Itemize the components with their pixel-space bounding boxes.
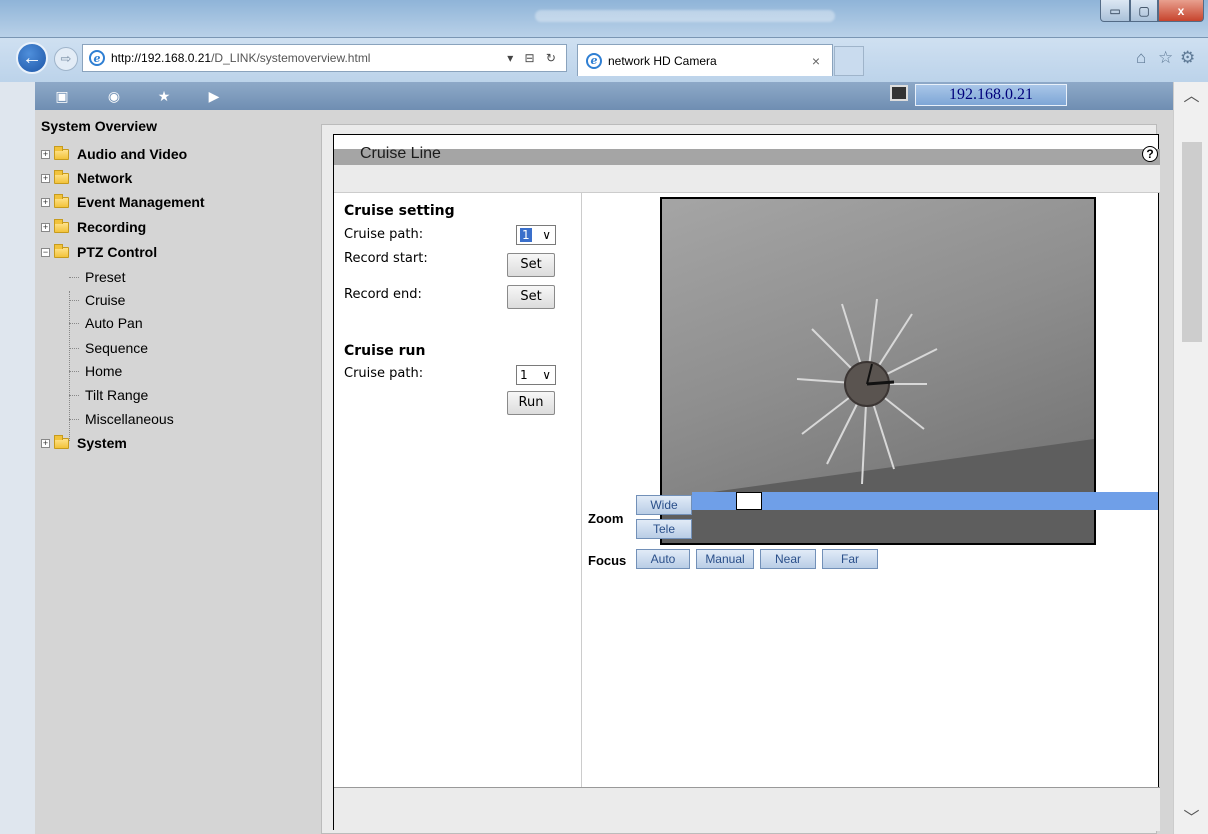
folder-icon xyxy=(54,169,69,184)
ie-icon: e xyxy=(586,52,602,69)
home-icon[interactable]: ⌂ xyxy=(1136,48,1146,68)
sidebar-item-tilt-range[interactable]: Tilt Range xyxy=(68,385,148,405)
folder-icon xyxy=(54,193,69,208)
sidebar-item-home[interactable]: Home xyxy=(68,361,122,381)
expand-icon[interactable]: + xyxy=(41,197,50,207)
cruise-run-heading: Cruise run xyxy=(344,343,426,359)
minimize-button[interactable]: ▭ xyxy=(1100,0,1130,22)
page-scrollbar[interactable]: ︿ ﹀ xyxy=(1173,82,1208,834)
help-icon[interactable]: ? xyxy=(1142,146,1158,162)
collapse-icon[interactable]: − xyxy=(41,247,50,257)
address-bar[interactable]: e http://192.168.0.21/D_LINK/systemoverv… xyxy=(82,44,567,72)
url-host: http://192.168.0.21 xyxy=(111,51,212,65)
record-start-set-button[interactable]: Set xyxy=(507,253,555,277)
playback-icon[interactable]: ◉ xyxy=(105,87,123,105)
run-button[interactable]: Run xyxy=(507,391,555,415)
window-titlebar: ▭ ▢ x xyxy=(0,0,1208,38)
clock-hand xyxy=(866,380,895,386)
sidebar-tree: System Overview + Audio and Video + Networ… xyxy=(35,110,321,834)
sidebar-item-auto-pan[interactable]: Auto Pan xyxy=(69,313,143,333)
scrollbar-thumb[interactable] xyxy=(1182,142,1202,342)
cruise-panel: Cruise Line ? Cruise setting Cruise path… xyxy=(333,134,1160,831)
folder-icon xyxy=(54,145,69,160)
camera-toolbar: ▣ ◉ ★ ▶ 192.168.0.21 xyxy=(35,82,1173,110)
chevron-down-icon: ∨ xyxy=(542,368,551,382)
panel-subheader xyxy=(334,165,1160,193)
expand-icon[interactable]: + xyxy=(41,438,50,448)
sidebar-item-sequence[interactable]: Sequence xyxy=(68,338,148,358)
record-start-label: Record start: xyxy=(344,251,428,266)
window-title xyxy=(535,10,835,22)
setup-icon[interactable]: ★ xyxy=(155,87,173,105)
sidebar-item-audio-video[interactable]: + Audio and Video xyxy=(41,144,187,164)
expand-icon[interactable]: + xyxy=(41,149,50,159)
monitor-icon xyxy=(890,85,908,101)
cruise-run-path-select[interactable]: 1 ∨ xyxy=(516,365,556,385)
open-folder-icon xyxy=(54,243,69,258)
logout-icon[interactable]: ▶ xyxy=(205,87,223,105)
tree-title[interactable]: System Overview xyxy=(41,118,157,134)
sidebar-item-event-management[interactable]: + Event Management xyxy=(41,192,205,212)
folder-icon xyxy=(54,218,69,233)
panel-header-bar xyxy=(334,149,1160,165)
star-icon[interactable]: ☆ xyxy=(1158,48,1173,68)
ie-icon: e xyxy=(89,50,105,66)
back-arrow-icon[interactable]: ← xyxy=(16,42,48,74)
focus-label: Focus xyxy=(588,553,627,568)
zoom-wide-button[interactable]: Wide xyxy=(636,495,692,515)
page-content: ▣ ◉ ★ ▶ 192.168.0.21 System Overview + Au… xyxy=(35,82,1173,834)
cruise-path-select[interactable]: 1 ∨ xyxy=(516,225,556,245)
cruise-setting-heading: Cruise setting xyxy=(344,203,455,219)
browser-navbar: ← ⇨ e http://192.168.0.21/D_LINK/systemo… xyxy=(0,38,1208,82)
cruise-path-label: Cruise path: xyxy=(344,227,424,242)
panel-title: Cruise Line xyxy=(360,145,441,162)
close-button[interactable]: x xyxy=(1158,0,1204,22)
sidebar-item-ptz-control[interactable]: − PTZ Control xyxy=(41,242,157,262)
url-path: /D_LINK/systemoverview.html xyxy=(211,51,371,65)
record-end-set-button[interactable]: Set xyxy=(507,285,555,309)
gear-icon[interactable]: ⚙ xyxy=(1180,48,1195,68)
zoom-label: Zoom xyxy=(588,511,624,526)
maximize-button[interactable]: ▢ xyxy=(1130,0,1158,22)
focus-manual-button[interactable]: Manual xyxy=(696,549,754,569)
folder-icon xyxy=(54,434,69,449)
address-tools-icon[interactable]: ▾ ⊟ ↻ xyxy=(507,51,560,65)
zoom-slider-thumb[interactable] xyxy=(736,492,762,510)
scroll-up-icon[interactable]: ︿ xyxy=(1174,82,1208,112)
focus-near-button[interactable]: Near xyxy=(760,549,816,569)
chevron-down-icon: ∨ xyxy=(542,228,551,242)
sidebar-item-system[interactable]: + System xyxy=(41,433,127,453)
sidebar-item-preset[interactable]: Preset xyxy=(68,267,125,287)
new-tab-button[interactable] xyxy=(834,46,864,76)
scroll-down-icon[interactable]: ﹀ xyxy=(1174,804,1208,834)
sidebar-item-network[interactable]: + Network xyxy=(41,168,132,188)
zoom-tele-button[interactable]: Tele xyxy=(636,519,692,539)
ip-address: 192.168.0.21 xyxy=(915,84,1067,106)
browser-tab[interactable]: e network HD Camera × xyxy=(577,44,833,76)
sidebar-item-recording[interactable]: + Recording xyxy=(41,217,146,237)
expand-icon[interactable]: + xyxy=(41,222,50,232)
cruise-run-path-label: Cruise path: xyxy=(344,366,424,381)
tab-title: network HD Camera xyxy=(608,53,717,68)
expand-icon[interactable]: + xyxy=(41,173,50,183)
sidebar-item-cruise[interactable]: Cruise xyxy=(68,290,125,310)
focus-auto-button[interactable]: Auto xyxy=(636,549,690,569)
tab-close-icon[interactable]: × xyxy=(812,53,820,69)
focus-far-button[interactable]: Far xyxy=(822,549,878,569)
forward-arrow-icon[interactable]: ⇨ xyxy=(54,47,78,71)
panel-footer xyxy=(334,787,1160,831)
live-video-icon[interactable]: ▣ xyxy=(53,87,71,105)
ceiling-edge xyxy=(662,439,1094,543)
sidebar-item-miscellaneous[interactable]: Miscellaneous xyxy=(69,409,174,429)
cruise-controls: Cruise setting Cruise path: 1 ∨ Record s… xyxy=(334,193,582,787)
record-end-label: Record end: xyxy=(344,287,422,302)
